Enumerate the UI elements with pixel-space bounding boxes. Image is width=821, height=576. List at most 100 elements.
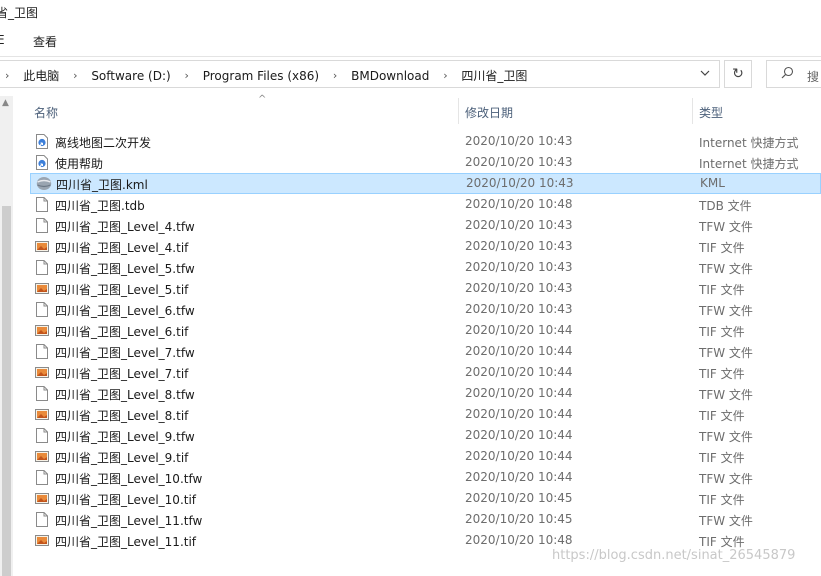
file-name: 离线地图二次开发 (55, 136, 152, 150)
tab-view[interactable]: 查看 (33, 33, 57, 50)
file-name: 四川省_卫图_Level_10.tfw (55, 472, 203, 486)
image-file-icon (35, 323, 49, 338)
file-date: 2020/10/20 10:43 (465, 302, 573, 316)
column-date[interactable]: 修改日期 (465, 104, 513, 121)
title-bar: 省_卫图 (0, 0, 821, 24)
file-date: 2020/10/20 10:43 (466, 176, 574, 190)
blank-file-icon (35, 260, 49, 275)
file-date: 2020/10/20 10:44 (465, 323, 573, 337)
file-date: 2020/10/20 10:43 (465, 239, 573, 253)
blank-file-icon (35, 428, 49, 443)
image-file-icon (35, 407, 49, 422)
search-input[interactable]: 搜 (766, 60, 821, 88)
file-name: 四川省_卫图_Level_11.tfw (55, 514, 203, 528)
file-name: 使用帮助 (55, 157, 104, 171)
file-date: 2020/10/20 10:45 (465, 491, 573, 505)
image-file-icon (35, 533, 49, 548)
file-name: 四川省_卫图_Level_8.tfw (55, 388, 195, 402)
file-name: 四川省_卫图_Level_10.tif (55, 493, 197, 507)
chevron-right-icon[interactable]: › (5, 69, 9, 82)
file-date: 2020/10/20 10:43 (465, 281, 573, 295)
file-row[interactable]: 四川省_卫图_Level_8.tfw 2020/10/20 10:44 TFW 文件 (30, 383, 821, 404)
file-name: 四川省_卫图_Level_11.tif (55, 535, 197, 549)
file-date: 2020/10/20 10:44 (465, 449, 573, 463)
image-file-icon (35, 281, 49, 296)
ribbon-tabs: E 查看 (0, 24, 821, 57)
file-row[interactable]: 离线地图二次开发 2020/10/20 10:43 Internet 快捷方式 (30, 131, 821, 152)
file-row[interactable]: 四川省_卫图_Level_9.tif 2020/10/20 10:44 TIF 文件 (30, 446, 821, 467)
tab-file[interactable]: E (0, 33, 5, 47)
column-divider[interactable] (458, 98, 459, 124)
file-row[interactable]: 使用帮助 2020/10/20 10:43 Internet 快捷方式 (30, 152, 821, 173)
scroll-up-icon[interactable]: ▲ (2, 98, 9, 108)
file-type: TFW 文件 (699, 346, 753, 360)
file-type: TFW 文件 (699, 472, 753, 486)
file-date: 2020/10/20 10:44 (465, 386, 573, 400)
file-row[interactable]: 四川省_卫图_Level_6.tfw 2020/10/20 10:43 TFW 文件 (30, 299, 821, 320)
sort-ascending-icon: ^ (258, 94, 267, 105)
file-type: Internet 快捷方式 (699, 157, 799, 171)
file-type: TFW 文件 (699, 430, 753, 444)
file-row[interactable]: 四川省_卫图_Level_4.tif 2020/10/20 10:43 TIF 文件 (30, 236, 821, 257)
file-name: 四川省_卫图_Level_9.tfw (55, 430, 195, 444)
chevron-right-icon[interactable]: › (443, 69, 447, 82)
file-row[interactable]: 四川省_卫图.tdb 2020/10/20 10:48 TDB 文件 (30, 194, 821, 215)
chevron-right-icon[interactable]: › (73, 69, 77, 82)
file-date: 2020/10/20 10:48 (465, 197, 573, 211)
blank-file-icon (35, 470, 49, 485)
file-row[interactable]: 四川省_卫图_Level_5.tif 2020/10/20 10:43 TIF 文件 (30, 278, 821, 299)
refresh-button[interactable]: ↻ (724, 60, 752, 88)
file-row[interactable]: 四川省_卫图_Level_9.tfw 2020/10/20 10:44 TFW 文件 (30, 425, 821, 446)
chevron-right-icon[interactable]: › (185, 69, 189, 82)
file-date: 2020/10/20 10:44 (465, 365, 573, 379)
file-type: TIF 文件 (699, 325, 745, 339)
kml-file-icon (36, 176, 52, 191)
watermark: https://blog.csdn.net/sinat_26545879 (552, 548, 796, 563)
file-row[interactable]: 四川省_卫图_Level_10.tif 2020/10/20 10:45 TIF 文… (30, 488, 821, 509)
internet-shortcut-icon (35, 134, 49, 149)
column-header: ^ 名称 修改日期 类型 (20, 94, 821, 126)
file-row[interactable]: 四川省_卫图_Level_8.tif 2020/10/20 10:44 TIF 文件 (30, 404, 821, 425)
file-date: 2020/10/20 10:48 (465, 533, 573, 547)
file-row[interactable]: 四川省_卫图_Level_4.tfw 2020/10/20 10:43 TFW 文件 (30, 215, 821, 236)
file-row[interactable]: 四川省_卫图_Level_10.tfw 2020/10/20 10:44 TFW 文… (30, 467, 821, 488)
file-type: TIF 文件 (699, 409, 745, 423)
file-name: 四川省_卫图.kml (56, 178, 148, 192)
file-type: TFW 文件 (699, 220, 753, 234)
column-type[interactable]: 类型 (699, 104, 723, 121)
breadcrumb-program-files[interactable]: Program Files (x86) (203, 69, 319, 83)
internet-shortcut-icon (35, 155, 49, 170)
file-type: TIF 文件 (699, 451, 745, 465)
blank-file-icon (35, 302, 49, 317)
file-row[interactable]: 四川省_卫图_Level_5.tfw 2020/10/20 10:43 TFW 文件 (30, 257, 821, 278)
file-date: 2020/10/20 10:44 (465, 470, 573, 484)
file-row[interactable]: 四川省_卫图_Level_11.tfw 2020/10/20 10:45 TFW 文… (30, 509, 821, 530)
file-name: 四川省_卫图_Level_6.tif (55, 325, 189, 339)
file-row[interactable]: 四川省_卫图_Level_6.tif 2020/10/20 10:44 TIF 文件 (30, 320, 821, 341)
breadcrumb-bmdownload[interactable]: BMDownload (351, 69, 429, 83)
blank-file-icon (35, 512, 49, 527)
breadcrumb-this-pc[interactable]: 此电脑 (23, 67, 59, 84)
column-name[interactable]: 名称 (34, 104, 58, 121)
file-type: TDB 文件 (699, 199, 752, 213)
column-divider[interactable] (692, 98, 693, 124)
scrollbar-thumb[interactable] (2, 206, 11, 576)
vertical-scrollbar[interactable]: ▲ (0, 96, 13, 576)
window-title: 省_卫图 (0, 6, 39, 20)
search-icon (781, 66, 794, 83)
file-type: TFW 文件 (699, 262, 753, 276)
breadcrumb-current[interactable]: 四川省_卫图 (461, 67, 527, 84)
file-row[interactable]: 四川省_卫图_Level_7.tfw 2020/10/20 10:44 TFW 文件 (30, 341, 821, 362)
chevron-down-icon[interactable] (695, 64, 715, 84)
blank-file-icon (35, 386, 49, 401)
address-bar[interactable]: › 此电脑 › Software (D:) › Program Files (x… (0, 60, 720, 88)
file-type: TIF 文件 (699, 283, 745, 297)
file-type: TFW 文件 (699, 304, 753, 318)
blank-file-icon (35, 344, 49, 359)
file-row[interactable]: 四川省_卫图.kml 2020/10/20 10:43 KML (30, 173, 821, 194)
breadcrumb-drive[interactable]: Software (D:) (91, 69, 170, 83)
chevron-right-icon[interactable]: › (333, 69, 337, 82)
blank-file-icon (35, 197, 49, 212)
file-row[interactable]: 四川省_卫图_Level_7.tif 2020/10/20 10:44 TIF 文件 (30, 362, 821, 383)
file-date: 2020/10/20 10:43 (465, 134, 573, 148)
